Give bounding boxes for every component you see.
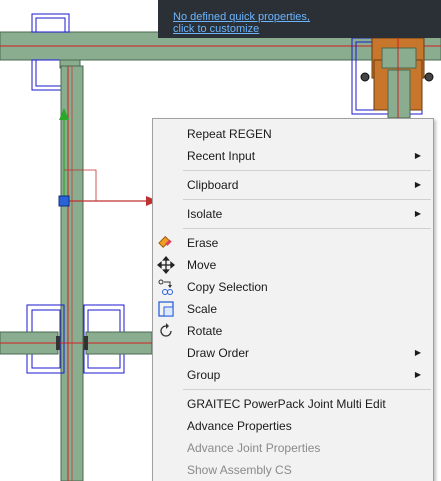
menu-item-label: Advance Joint Properties (187, 441, 321, 455)
joint-bolt-left (56, 336, 60, 350)
submenu-arrow-icon: ▶ (414, 209, 421, 218)
menu-item-label: Copy Selection (187, 280, 268, 294)
menu-item-group[interactable]: Group ▶ (153, 364, 433, 386)
menu-item-label: Repeat REGEN (187, 127, 272, 141)
menu-separator (183, 389, 431, 390)
menu-item-isolate[interactable]: Isolate ▶ (153, 203, 433, 225)
menu-item-move[interactable]: Move (153, 254, 433, 276)
menu-item-scale[interactable]: Scale (153, 298, 433, 320)
eraser-icon (157, 234, 175, 252)
quick-properties-link-line1[interactable]: No defined quick properties, (173, 11, 441, 23)
menu-item-label: Scale (187, 302, 218, 316)
menu-item-erase[interactable]: Erase (153, 232, 433, 254)
menu-item-label: Advance Properties (187, 419, 292, 433)
menu-item-advance-properties[interactable]: Advance Properties (153, 415, 433, 437)
menu-separator (183, 199, 431, 200)
menu-item-graitec-powerpack-joint-multi-edit[interactable]: GRAITEC PowerPack Joint Multi Edit (153, 393, 433, 415)
menu-separator (183, 228, 431, 229)
menu-item-label: Move (187, 258, 217, 272)
joint-bolt-right (84, 336, 88, 350)
menu-item-label: Draw Order (187, 346, 250, 360)
menu-item-label: Rotate (187, 324, 223, 338)
menu-item-clipboard[interactable]: Clipboard ▶ (153, 174, 433, 196)
menu-item-rotate[interactable]: Rotate (153, 320, 433, 342)
copy-selection-icon (157, 278, 175, 296)
quick-properties-link-line2[interactable]: click to customize (173, 23, 441, 35)
submenu-arrow-icon: ▶ (414, 348, 421, 357)
menu-item-label: Show Assembly CS (187, 463, 292, 477)
menu-item-label: Group (187, 368, 221, 382)
menu-item-label: Clipboard (187, 178, 239, 192)
scale-icon (157, 300, 175, 318)
menu-item-label: Erase (187, 236, 219, 250)
submenu-arrow-icon: ▶ (414, 151, 421, 160)
context-menu: Repeat REGEN Recent Input ▶ Clipboard ▶ Isola… (152, 118, 434, 481)
quick-properties-panel: No defined quick properties, click to cu… (158, 0, 441, 38)
menu-item-copy-selection[interactable]: Copy Selection (153, 276, 433, 298)
menu-item-draw-order[interactable]: Draw Order ▶ (153, 342, 433, 364)
submenu-arrow-icon: ▶ (414, 370, 421, 379)
menu-separator (183, 170, 431, 171)
submenu-arrow-icon: ▶ (414, 180, 421, 189)
menu-item-label: Recent Input (187, 149, 256, 163)
menu-item-label: GRAITEC PowerPack Joint Multi Edit (187, 397, 386, 411)
move-icon (156, 255, 176, 275)
menu-item-label: Isolate (187, 207, 223, 221)
rotate-icon (157, 322, 175, 340)
menu-item-advance-joint-properties: Advance Joint Properties (153, 437, 433, 459)
menu-item-recent-input[interactable]: Recent Input ▶ (153, 145, 433, 167)
menu-item-repeat-regen[interactable]: Repeat REGEN (153, 123, 433, 145)
menu-item-show-assembly-cs: Show Assembly CS (153, 459, 433, 481)
